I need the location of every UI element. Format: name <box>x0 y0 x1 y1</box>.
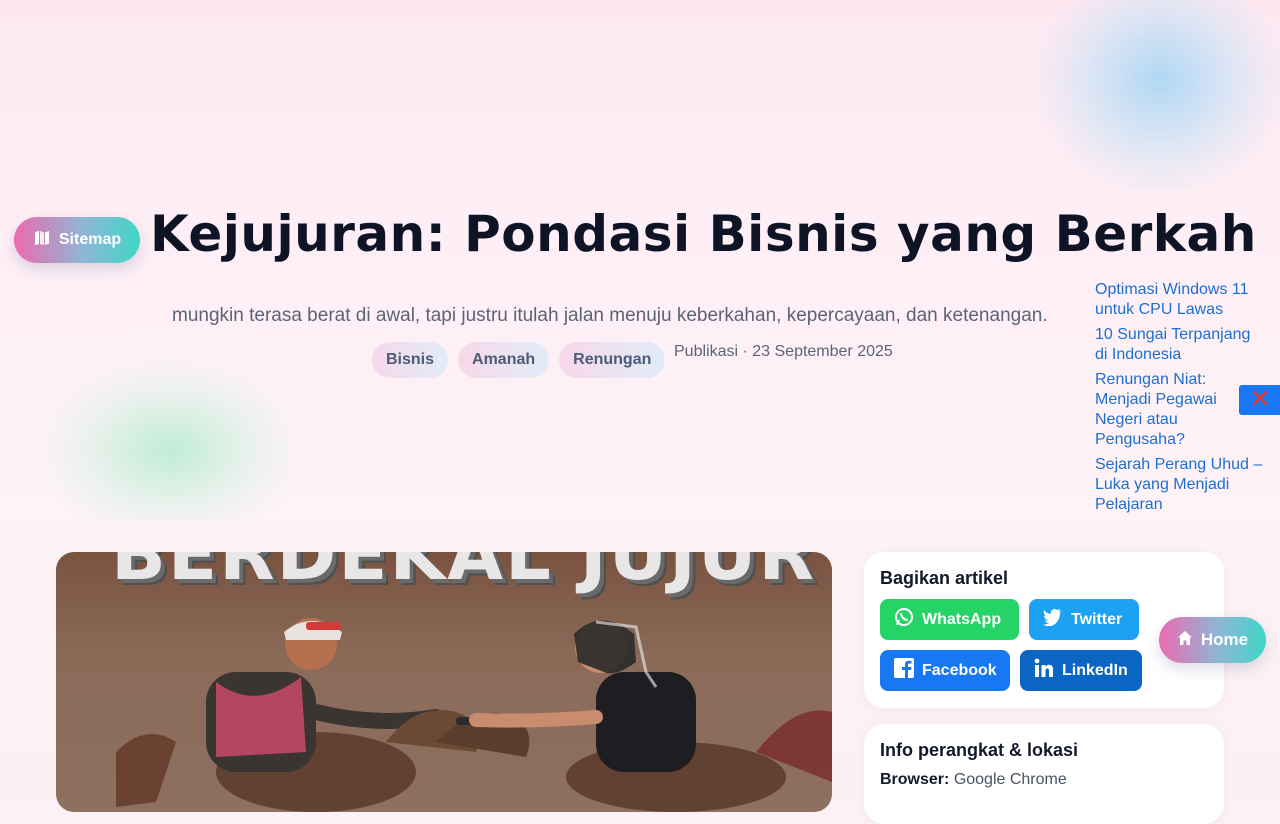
browser-value: Google Chrome <box>953 771 1067 788</box>
twitter-share-button[interactable]: Twitter <box>1029 599 1139 640</box>
publish-date: Publikasi · 23 September 2025 <box>674 343 893 360</box>
close-icon <box>1252 390 1268 411</box>
sitemap-label: Sitemap <box>58 231 122 248</box>
related-link[interactable]: Optimasi Windows 11 untuk CPU Lawas <box>1095 280 1265 320</box>
tag-chip[interactable]: Renungan <box>559 342 666 378</box>
tag-chip[interactable]: Amanah <box>458 342 550 378</box>
decorative-blob <box>1040 0 1280 190</box>
browser-label: Browser: <box>880 771 950 788</box>
article-image: BERDEKAL JUJUR <box>56 552 832 812</box>
article-subtitle: mungkin terasa berat di awal, tapi justr… <box>172 305 1048 326</box>
tag-chip[interactable]: Bisnis <box>372 342 449 378</box>
camel-race-illustration <box>116 618 832 812</box>
sitemap-button[interactable]: Sitemap <box>14 217 140 263</box>
facebook-share-button[interactable]: Facebook <box>880 650 1010 691</box>
decorative-blob <box>40 360 300 520</box>
facebook-label: Facebook <box>922 661 997 679</box>
home-button[interactable]: Home <box>1159 617 1266 663</box>
device-info-heading: Info perangkat & lokasi <box>880 740 1079 760</box>
device-info-card: Info perangkat & lokasi Browser: Google … <box>864 724 1224 824</box>
close-button[interactable] <box>1239 385 1280 415</box>
related-link[interactable]: Sejarah Perang Uhud – Luka yang Menjadi … <box>1095 455 1265 515</box>
home-icon <box>1177 630 1193 651</box>
whatsapp-icon <box>894 607 914 632</box>
home-label: Home <box>1200 630 1249 649</box>
related-link[interactable]: 10 Sungai Terpanjang di Indonesia <box>1095 325 1265 365</box>
share-heading: Bagikan artikel <box>880 568 1009 588</box>
page-title: Kejujuran: Pondasi Bisnis yang Berkah <box>150 205 1257 263</box>
facebook-icon <box>894 658 914 683</box>
linkedin-share-button[interactable]: LinkedIn <box>1020 650 1142 691</box>
map-icon <box>33 229 51 252</box>
twitter-label: Twitter <box>1071 610 1123 628</box>
linkedin-icon <box>1034 658 1054 683</box>
tag-list: Bisnis Amanah Renungan <box>372 342 666 378</box>
linkedin-label: LinkedIn <box>1062 661 1128 679</box>
whatsapp-share-button[interactable]: WhatsApp <box>880 599 1019 640</box>
browser-info: Browser: Google Chrome <box>880 771 1208 789</box>
twitter-icon <box>1043 608 1063 631</box>
whatsapp-label: WhatsApp <box>922 610 1002 628</box>
